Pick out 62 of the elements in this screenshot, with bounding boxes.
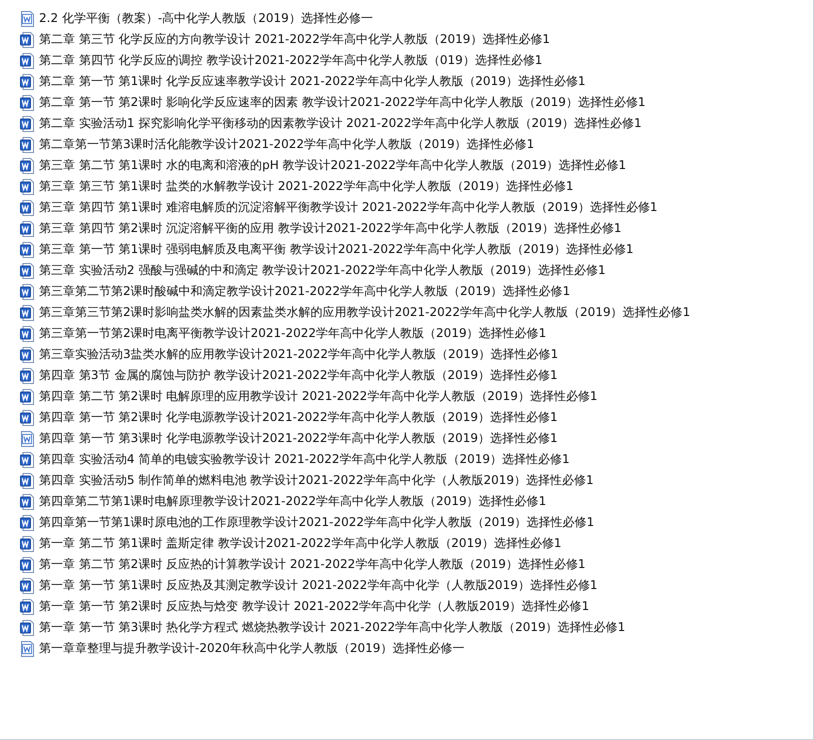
file-name[interactable]: 第四章 实验活动5 制作简单的燃料电池 教学设计2021-2022学年高中化学（人教版2019）选择性必修1 [39,472,594,489]
file-name[interactable]: 第三章第一节第2课时电离平衡教学设计2021-2022学年高中化学人教版（2019）选择性必修1 [39,325,546,342]
word-document-icon [20,514,34,530]
file-name[interactable]: 第三章 第三节 第1课时 盐类的水解教学设计 2021-2022学年高中化学人教版（2019）选择性必修1 [39,178,574,195]
file-name[interactable]: 第四章 实验活动4 简单的电镀实验教学设计 2021-2022学年高中化学人教版（2019）选择性必修1 [39,451,570,468]
word-document-icon [20,556,34,572]
word-document-icon [20,262,34,278]
word-document-icon [20,220,34,236]
file-name[interactable]: 第三章第二节第2课时酸碱中和滴定教学设计2021-2022学年高中化学人教版（2019）选择性必修1 [39,283,570,300]
file-name[interactable]: 第一章 第二节 第1课时 盖斯定律 教学设计2021-2022学年高中化学人教版（2019）选择性必修1 [39,535,562,552]
file-name[interactable]: 第一章 第一节 第1课时 反应热及其测定教学设计 2021-2022学年高中化学（人教版2019）选择性必修1 [39,577,598,594]
word-document-icon [20,10,34,26]
file-name[interactable]: 第四章第一节第1课时原电池的工作原理教学设计2021-2022学年高中化学人教版（2019）选择性必修1 [39,514,594,531]
word-document-icon [20,346,34,362]
word-document-icon [20,242,34,258]
word-document-icon [20,178,34,194]
file-name[interactable]: 第三章 第二节 第1课时 水的电离和溶液的pH 教学设计2021-2022学年高中化学人教版（2019）选择性必修1 [39,157,626,174]
word-document-icon [20,388,34,404]
word-document-icon [20,536,34,552]
word-document-icon [20,410,34,426]
file-name[interactable]: 第三章 第四节 第2课时 沉淀溶解平衡的应用 教学设计2021-2022学年高中化学人教版（2019）选择性必修1 [39,220,622,237]
file-name[interactable]: 第二章 第四节 化学反应的调控 教学设计2021-2022学年高中化学人教版（019）选择性必修1 [39,52,542,69]
word-document-icon [20,620,34,636]
word-document-icon [20,578,34,594]
file-name[interactable]: 第三章第三节第2课时影响盐类水解的因素盐类水解的应用教学设计2021-2022学年高中化学人教版（2019）选择性必修1 [39,304,690,321]
word-document-icon [20,472,34,488]
file-name[interactable]: 第三章实验活动3盐类水解的应用教学设计2021-2022学年高中化学人教版（2019）选择性必修1 [39,346,558,363]
word-document-icon [20,94,34,110]
file-name[interactable]: 第三章 第四节 第1课时 难溶电解质的沉淀溶解平衡教学设计 2021-2022学年高中化学人教版（2019）选择性必修1 [39,199,658,216]
word-document-icon [20,640,34,656]
file-name[interactable]: 第三章 实验活动2 强酸与强碱的中和滴定 教学设计2021-2022学年高中化学人教版（2019）选择性必修1 [39,262,606,279]
word-document-icon [20,304,34,320]
word-document-icon [20,52,34,68]
word-document-icon [20,326,34,342]
word-document-icon [20,452,34,468]
word-document-icon [20,284,34,300]
file-name[interactable]: 第四章 第3节 金属的腐蚀与防护 教学设计2021-2022学年高中化学人教版（2019）选择性必修1 [39,367,558,384]
word-document-icon [20,74,34,90]
file-name[interactable]: 第二章 第三节 化学反应的方向教学设计 2021-2022学年高中化学人教版（2019）选择性必修1 [39,31,550,48]
word-document-icon [20,598,34,614]
word-document-icon [20,32,34,48]
word-document-icon [20,200,34,216]
file-name[interactable]: 第一章 第一节 第2课时 反应热与焓变 教学设计 2021-2022学年高中化学（人教版2019）选择性必修1 [39,598,590,615]
word-document-icon [20,494,34,510]
word-document-icon [20,116,34,132]
file-name[interactable]: 第四章 第二节 第2课时 电解原理的应用教学设计 2021-2022学年高中化学人教版（2019）选择性必修1 [39,388,598,405]
file-name[interactable]: 第二章 实验活动1 探究影响化学平衡移动的因素教学设计 2021-2022学年高中化学人教版（2019）选择性必修1 [39,115,642,132]
file-name[interactable]: 第一章 第二节 第2课时 反应热的计算教学设计 2021-2022学年高中化学人教版（2019）选择性必修1 [39,556,586,573]
word-document-icon [20,368,34,384]
file-name[interactable]: 第一章章整理与提升教学设计-2020年秋高中化学人教版（2019）选择性必修一 [39,640,464,657]
file-name[interactable]: 第三章 第一节 第1课时 强弱电解质及电离平衡 教学设计2021-2022学年高中化学人教版（2019）选择性必修1 [39,241,634,258]
file-name[interactable]: 第四章 第一节 第2课时 化学电源教学设计2021-2022学年高中化学人教版（2019）选择性必修1 [39,409,558,426]
file-name[interactable]: 第四章 第一节 第3课时 化学电源教学设计2021-2022学年高中化学人教版（2019）选择性必修1 [39,430,558,447]
file-name[interactable]: 第二章 第一节 第1课时 化学反应速率教学设计 2021-2022学年高中化学人教版（2019）选择性必修1 [39,73,586,90]
file-name[interactable]: 第二章 第一节 第2课时 影响化学反应速率的因素 教学设计2021-2022学年高中化学人教版（2019）选择性必修1 [39,94,646,111]
word-document-icon [20,136,34,152]
file-name[interactable]: 2.2 化学平衡（教案）-高中化学人教版（2019）选择性必修一 [39,10,373,27]
file-name[interactable]: 第二章第一节第3课时活化能教学设计2021-2022学年高中化学人教版（2019）选择性必修1 [39,136,534,153]
file-name[interactable]: 第四章第二节第1课时电解原理教学设计2021-2022学年高中化学人教版（2019）选择性必修1 [39,493,546,510]
word-document-icon [20,158,34,174]
word-document-icon [20,430,34,446]
file-name[interactable]: 第一章 第一节 第3课时 热化学方程式 燃烧热教学设计 2021-2022学年高中化学人教版（2019）选择性必修1 [39,619,626,636]
